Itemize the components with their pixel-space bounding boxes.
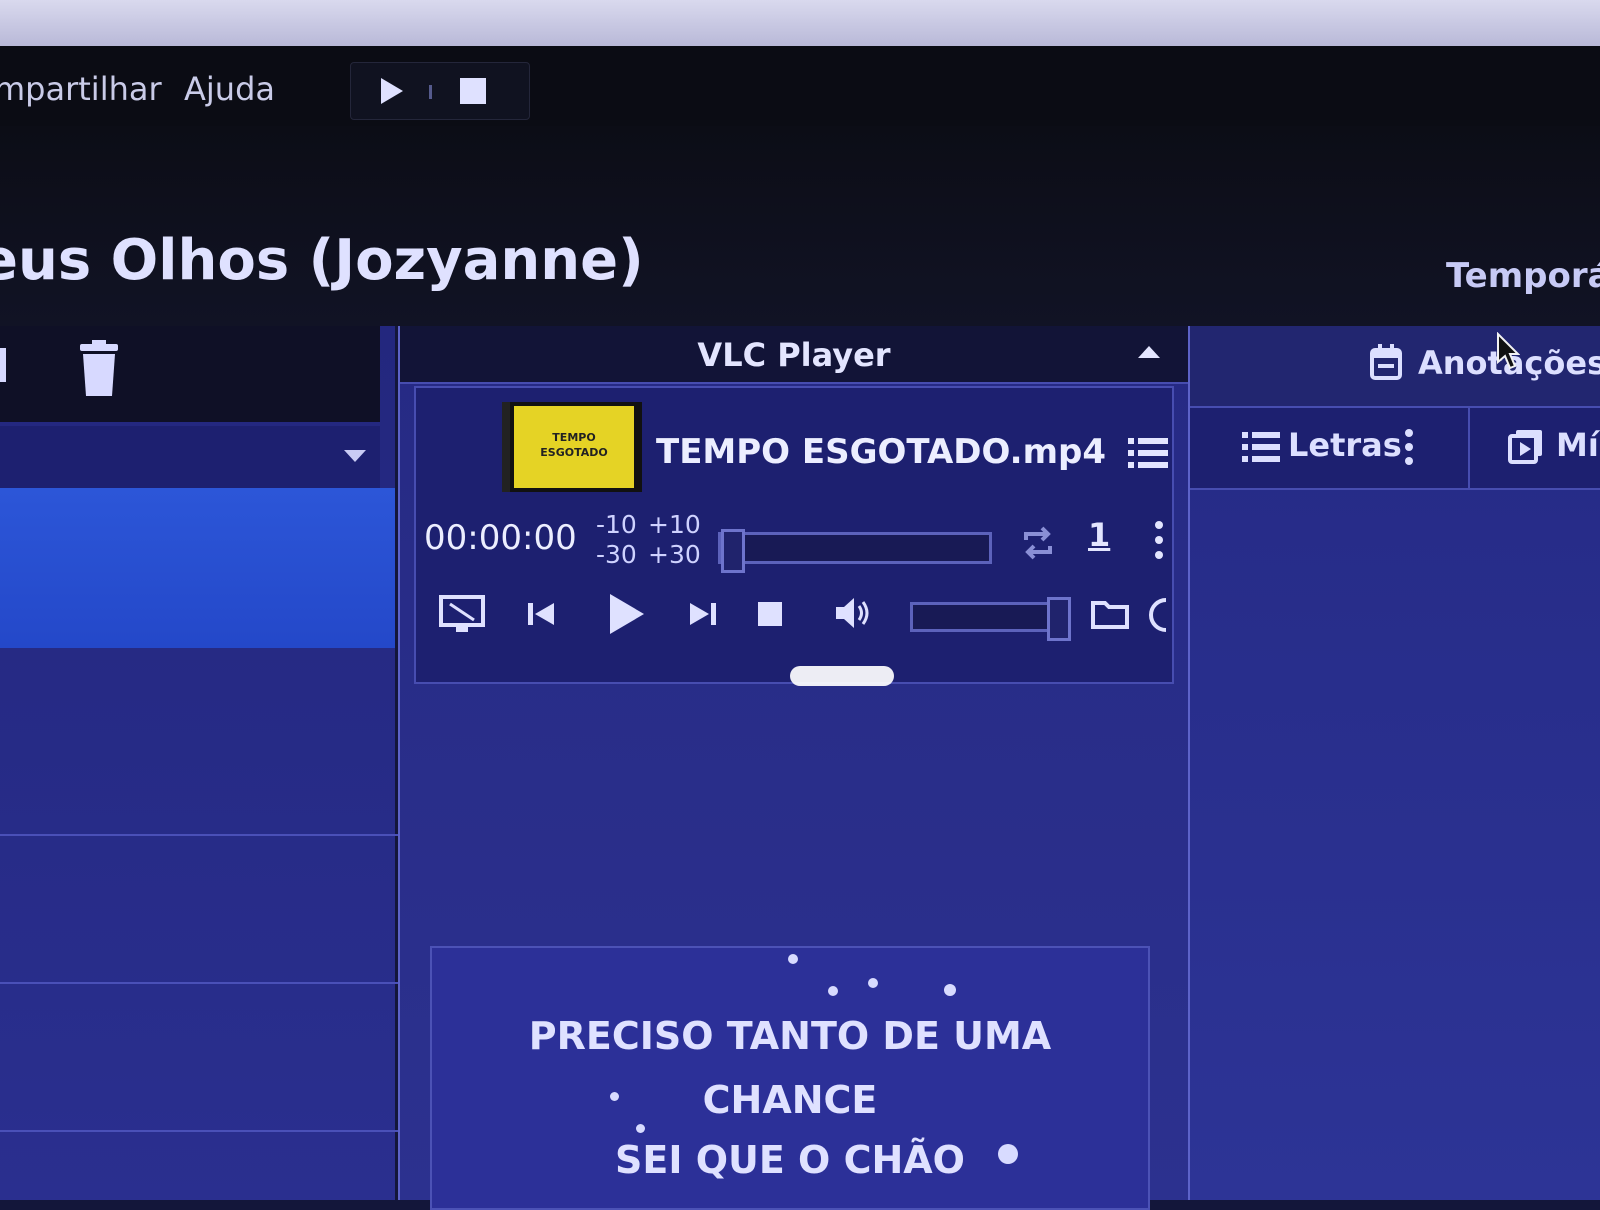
loop-icon[interactable]	[1020, 526, 1056, 560]
list-item[interactable]	[0, 688, 410, 836]
menu-bar: mpartilhar Ajuda	[0, 46, 1600, 126]
collapse-icon[interactable]	[1138, 344, 1160, 358]
stop-icon[interactable]	[455, 73, 491, 109]
vlc-header: VLC Player	[400, 326, 1188, 384]
annotations-header[interactable]: Anotações	[1190, 326, 1600, 408]
seek-bar[interactable]	[718, 529, 992, 573]
transport-toolbar	[350, 62, 530, 120]
file-name: TEMPO ESGOTADO.mp4	[656, 432, 1107, 472]
skip-back-10-button[interactable]: -10	[596, 510, 637, 539]
thumbnail-text-line2: ESGOTADO	[540, 446, 608, 459]
song-title-bar: eus Olhos (Jozyanne) Temporár	[0, 126, 1600, 326]
cut-off-icon[interactable]	[0, 348, 6, 382]
skip-back-30-button[interactable]: -30	[596, 540, 637, 569]
menu-ajuda[interactable]: Ajuda	[184, 70, 275, 108]
right-panel: Anotações Letras Míc	[1190, 326, 1600, 1200]
media-icon	[1508, 430, 1542, 464]
screen-glare	[790, 666, 894, 686]
list-icon	[1242, 432, 1280, 462]
trash-icon[interactable]	[76, 340, 122, 398]
toolbar-separator	[429, 85, 432, 99]
vlc-title: VLC Player	[697, 336, 891, 374]
vlc-controls: TEMPO ESGOTADO TEMPO ESGOTADO.mp4 00:00:…	[414, 386, 1174, 684]
temporary-label[interactable]: Temporár	[1446, 256, 1600, 296]
screen-top-edge	[0, 0, 1600, 46]
playlist-icon[interactable]	[1128, 436, 1168, 470]
tab-divider	[1468, 408, 1470, 488]
folder-icon[interactable]	[1090, 598, 1130, 630]
thumbnail-text-line1: TEMPO	[552, 431, 596, 444]
time-display: 00:00:00	[424, 518, 577, 558]
particle	[788, 954, 798, 964]
song-list-panel	[0, 326, 410, 1200]
stop-icon[interactable]	[756, 600, 784, 628]
particle	[868, 978, 878, 988]
more-vertical-icon[interactable]	[1404, 428, 1414, 466]
right-tabs: Letras Míc	[1190, 408, 1600, 490]
next-icon[interactable]	[688, 600, 718, 628]
skip-forward-30-button[interactable]: +30	[648, 540, 701, 569]
song-list-dropdown[interactable]	[0, 426, 380, 489]
skip-forward-10-button[interactable]: +10	[648, 510, 701, 539]
calendar-icon	[1370, 344, 1402, 380]
chevron-down-icon	[344, 450, 366, 462]
thumbnail-image: TEMPO ESGOTADO	[514, 406, 634, 488]
play-icon[interactable]	[606, 592, 646, 636]
particle	[944, 984, 956, 996]
video-thumbnail: TEMPO ESGOTADO	[502, 402, 642, 492]
song-list-toolbar	[0, 326, 380, 422]
volume-slider[interactable]	[910, 597, 1071, 641]
speed-value[interactable]: 1	[1088, 516, 1110, 554]
lyric-line-1: PRECISO TANTO DE UMA	[528, 1014, 1052, 1058]
song-title: eus Olhos (Jozyanne)	[0, 228, 644, 293]
tab-midia[interactable]: Míc	[1556, 426, 1600, 464]
lyric-line-2: CHANCE	[702, 1078, 878, 1122]
lyrics-preview: PRECISO TANTO DE UMA CHANCE SEI QUE O CH…	[430, 946, 1150, 1210]
mouse-cursor-icon	[1497, 332, 1520, 370]
screen-output-icon[interactable]	[438, 594, 486, 634]
menu-compartilhar[interactable]: mpartilhar	[0, 70, 162, 108]
previous-icon[interactable]	[526, 600, 556, 628]
tab-letras[interactable]: Letras	[1288, 426, 1402, 464]
seek-handle[interactable]	[721, 529, 745, 573]
play-icon[interactable]	[373, 73, 409, 109]
list-item[interactable]	[0, 836, 410, 984]
volume-handle[interactable]	[1047, 597, 1071, 641]
particle	[828, 986, 838, 996]
particle	[636, 1124, 645, 1133]
list-item-selected[interactable]	[0, 488, 395, 648]
cut-off-control-icon[interactable]	[1148, 598, 1166, 632]
more-vertical-icon[interactable]	[1154, 520, 1164, 560]
list-item[interactable]	[0, 984, 410, 1132]
vlc-panel: VLC Player TEMPO ESGOTADO TEMPO ESGOTADO…	[398, 326, 1190, 1210]
lyric-line-3: SEI QUE O CHÃO	[615, 1138, 965, 1182]
volume-icon[interactable]	[832, 594, 872, 632]
